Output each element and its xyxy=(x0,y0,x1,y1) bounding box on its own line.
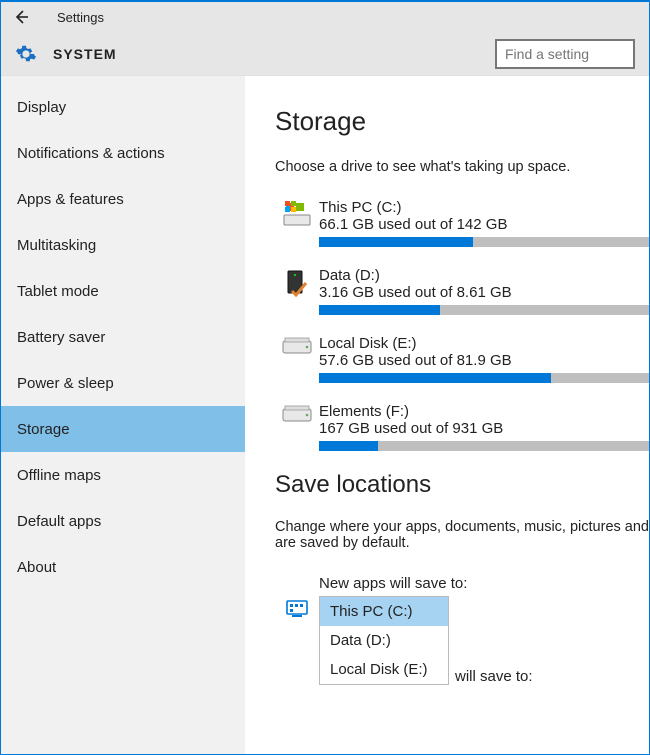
titlebar: Settings xyxy=(1,2,649,32)
sidebar-item-notifications-actions[interactable]: Notifications & actions xyxy=(1,130,245,176)
sidebar-item-label: Storage xyxy=(17,421,70,438)
sidebar-item-label: Offline maps xyxy=(17,467,101,484)
drive-row[interactable]: This PC (C:)66.1 GB used out of 142 GB xyxy=(275,199,649,247)
drive-usage-text: 3.16 GB used out of 8.61 GB xyxy=(319,284,649,301)
section-title: SYSTEM xyxy=(53,46,117,62)
body: Display Notifications & actions Apps & fea… xyxy=(1,76,649,754)
sidebar-item-label: Battery saver xyxy=(17,329,105,346)
drive-row[interactable]: Data (D:)3.16 GB used out of 8.61 GB xyxy=(275,267,649,315)
drive-orange-check-icon xyxy=(275,267,319,315)
drive-usage-bar-fill xyxy=(319,441,378,451)
search-input[interactable] xyxy=(495,39,635,69)
drive-usage-text: 66.1 GB used out of 142 GB xyxy=(319,216,649,233)
back-button[interactable] xyxy=(9,5,33,29)
sidebar-item-label: Default apps xyxy=(17,513,101,530)
save-location-dropdown[interactable]: This PC (C:)Data (D:)Local Disk (E:) xyxy=(319,596,449,685)
drive-usage-bar-fill xyxy=(319,237,473,247)
drive-usage-text: 57.6 GB used out of 81.9 GB xyxy=(319,352,649,369)
header-bar: SYSTEM xyxy=(1,32,649,76)
gear-icon xyxy=(15,43,37,65)
drive-name: Local Disk (E:) xyxy=(319,335,649,352)
drive-info: Local Disk (E:)57.6 GB used out of 81.9 … xyxy=(319,335,649,383)
sidebar-item-label: Notifications & actions xyxy=(17,145,165,162)
sidebar-item-apps-features[interactable]: Apps & features xyxy=(1,176,245,222)
new-apps-row: This PC (C:)Data (D:)Local Disk (E:) wil… xyxy=(275,596,649,685)
sidebar-item-battery-saver[interactable]: Battery saver xyxy=(1,314,245,360)
save-locations-description: Change where your apps, documents, music… xyxy=(275,519,649,551)
windows-drive-icon xyxy=(275,199,319,247)
sidebar-item-label: Apps & features xyxy=(17,191,124,208)
sidebar-item-label: Multitasking xyxy=(17,237,96,254)
drives-list: This PC (C:)66.1 GB used out of 142 GB Da… xyxy=(275,199,649,451)
content: Storage Choose a drive to see what's tak… xyxy=(245,76,649,754)
new-apps-label: New apps will save to: xyxy=(319,575,649,592)
apps-icon xyxy=(275,596,319,685)
dropdown-option[interactable]: Data (D:) xyxy=(320,626,448,655)
drive-usage-bar-fill xyxy=(319,305,440,315)
sidebar-item-multitasking[interactable]: Multitasking xyxy=(1,222,245,268)
drive-name: Data (D:) xyxy=(319,267,649,284)
hdd-icon xyxy=(275,335,319,383)
sidebar-item-label: Tablet mode xyxy=(17,283,99,300)
search-container xyxy=(495,39,635,69)
drive-row[interactable]: Elements (F:)167 GB used out of 931 GB xyxy=(275,403,649,451)
back-arrow-icon xyxy=(13,9,29,25)
drive-name: This PC (C:) xyxy=(319,199,649,216)
drive-usage-bar xyxy=(319,373,649,383)
drive-usage-bar-fill xyxy=(319,373,551,383)
drive-usage-text: 167 GB used out of 931 GB xyxy=(319,420,649,437)
sidebar-item-storage[interactable]: Storage xyxy=(1,406,245,452)
drive-info: This PC (C:)66.1 GB used out of 142 GB xyxy=(319,199,649,247)
window-title: Settings xyxy=(57,10,104,25)
sidebar-item-label: Display xyxy=(17,99,66,116)
sidebar-item-default-apps[interactable]: Default apps xyxy=(1,498,245,544)
sidebar-item-power-sleep[interactable]: Power & sleep xyxy=(1,360,245,406)
hdd-icon xyxy=(275,403,319,451)
dropdown-option[interactable]: Local Disk (E:) xyxy=(320,655,448,684)
save-locations-heading: Save locations xyxy=(275,471,649,499)
drive-info: Elements (F:)167 GB used out of 931 GB xyxy=(319,403,649,451)
sidebar-item-label: Power & sleep xyxy=(17,375,114,392)
drive-name: Elements (F:) xyxy=(319,403,649,420)
drive-usage-bar xyxy=(319,237,649,247)
settings-window: Settings SYSTEM Display Notifications & a… xyxy=(0,0,650,755)
sidebar-item-display[interactable]: Display xyxy=(1,84,245,130)
sidebar-item-offline-maps[interactable]: Offline maps xyxy=(1,452,245,498)
sidebar-item-label: About xyxy=(17,559,56,576)
sidebar-item-tablet-mode[interactable]: Tablet mode xyxy=(1,268,245,314)
dropdown-option[interactable]: This PC (C:) xyxy=(320,597,448,626)
next-save-label-fragment: will save to: xyxy=(455,668,533,685)
drive-usage-bar xyxy=(319,441,649,451)
page-heading: Storage xyxy=(275,106,649,137)
drive-row[interactable]: Local Disk (E:)57.6 GB used out of 81.9 … xyxy=(275,335,649,383)
drive-info: Data (D:)3.16 GB used out of 8.61 GB xyxy=(319,267,649,315)
page-description: Choose a drive to see what's taking up s… xyxy=(275,159,649,175)
drive-usage-bar xyxy=(319,305,649,315)
sidebar-item-about[interactable]: About xyxy=(1,544,245,590)
sidebar: Display Notifications & actions Apps & fea… xyxy=(1,76,245,754)
